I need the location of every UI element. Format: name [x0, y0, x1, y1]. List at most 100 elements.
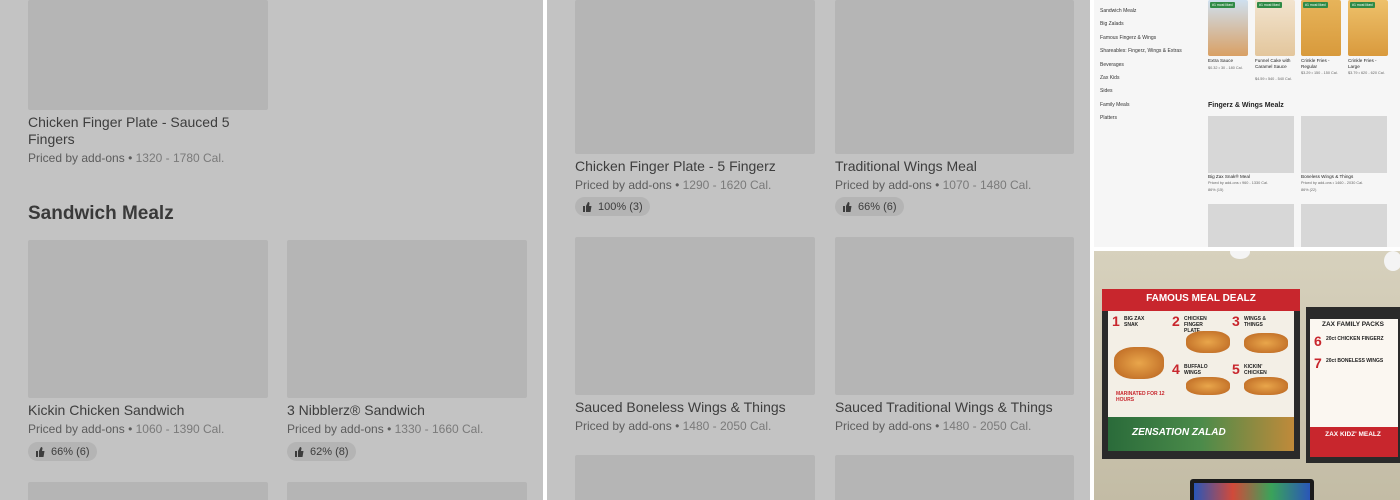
- item-meta: Priced by add-ons • 1060 - 1390 Cal.: [28, 422, 225, 436]
- board-title: FAMOUS MEAL DEALZ: [1146, 293, 1256, 304]
- item-image-placeholder[interactable]: [835, 237, 1074, 395]
- food-photo: [1114, 347, 1164, 379]
- menu-board: FAMOUS MEAL DEALZ 1 BIG ZAX SNAK 2 CHICK…: [1102, 289, 1300, 459]
- item-image-placeholder[interactable]: [28, 0, 268, 110]
- item-calories: 1480 - 2050 Cal.: [942, 419, 1032, 433]
- item-name[interactable]: 3 Nibblerz® Sandwich: [287, 402, 425, 419]
- item-name[interactable]: Crinkle Fries - Regular: [1301, 58, 1341, 69]
- item-image-placeholder[interactable]: [287, 482, 527, 500]
- item-image-placeholder[interactable]: [287, 240, 527, 398]
- item-name[interactable]: Crinkle Fries - Large: [1348, 58, 1388, 69]
- item-name[interactable]: Traditional Wings Meal: [835, 158, 977, 175]
- category-link[interactable]: Big Zalads: [1100, 21, 1124, 27]
- thumbs-up-icon: [36, 446, 45, 457]
- board-content: 6 20ct CHICKEN FINGERZ 7 20ct BONELESS W…: [1310, 319, 1398, 427]
- menu-panel-left: Chicken Finger Plate - Sauced 5 Fingers …: [0, 0, 543, 500]
- pos-monitor: [1190, 479, 1314, 500]
- rating-badge: 100% (3): [575, 197, 650, 216]
- item-meta: $4.59 • 540 - 540 Cal.: [1255, 77, 1292, 81]
- category-link[interactable]: Family Meals: [1100, 102, 1129, 108]
- item-name[interactable]: Boneless Wings & Things: [1301, 174, 1353, 180]
- item-name[interactable]: Funnel Cake with Caramel Sauce: [1255, 58, 1297, 69]
- item-image-placeholder[interactable]: [835, 0, 1074, 154]
- rating-badge: 62% (8): [287, 442, 356, 461]
- board-item-label: BUFFALO WINGS: [1184, 364, 1208, 376]
- item-image-placeholder[interactable]: [575, 237, 815, 395]
- item-name[interactable]: Kickin Chicken Sandwich: [28, 402, 184, 419]
- menu-panel-middle: Chicken Finger Plate - 5 Fingerz Priced …: [547, 0, 1090, 500]
- thumbs-up-icon: [295, 446, 304, 457]
- thumbs-up-icon: [583, 201, 592, 212]
- food-photo: [1244, 377, 1288, 395]
- most-liked-tag: #1 most liked: [1350, 2, 1375, 8]
- category-link[interactable]: Sides: [1100, 88, 1113, 94]
- board-item-label: KICKIN' CHICKEN: [1244, 364, 1267, 376]
- item-name[interactable]: Chicken Finger Plate - 5 Fingerz: [575, 158, 776, 175]
- item-meta: Priced by add-ons • 1480 - 2050 Cal.: [575, 419, 772, 433]
- category-link[interactable]: Shareables: Fingerz, Wings & Extras: [1100, 48, 1182, 54]
- menu-board-family: 6 20ct CHICKEN FINGERZ 7 20ct BONELESS W…: [1306, 307, 1400, 463]
- board-item-label: BIG ZAX SNAK: [1124, 316, 1145, 328]
- item-meta: Priced by add-ons • 1070 - 1480 Cal.: [835, 178, 1032, 192]
- item-meta: $3.79 • 620 - 620 Cal.: [1348, 71, 1385, 75]
- section-title: Fingerz & Wings Mealz: [1208, 102, 1284, 109]
- item-calories: 1070 - 1480 Cal.: [942, 178, 1032, 192]
- item-name[interactable]: Big Zax Snak® Meal: [1208, 174, 1250, 180]
- rating-value: 66% (6): [858, 200, 897, 213]
- item-name[interactable]: Sauced Traditional Wings & Things: [835, 399, 1053, 416]
- item-image-placeholder[interactable]: [575, 455, 815, 500]
- item-image-placeholder[interactable]: [1301, 116, 1387, 173]
- item-number: 6: [1314, 333, 1322, 349]
- item-image-placeholder[interactable]: [28, 482, 268, 500]
- item-image-placeholder[interactable]: [28, 240, 268, 398]
- menu-panel-mini: Sandwich Mealz Big Zalads Famous Fingerz…: [1094, 0, 1400, 247]
- item-meta: Priced by add-ons • 1320 - 1780 Cal.: [28, 151, 225, 165]
- item-calories: 1320 - 1780 Cal.: [135, 151, 225, 165]
- item-meta: $3.29 • 150 - 150 Cal.: [1301, 71, 1338, 75]
- category-link[interactable]: Famous Fingerz & Wings: [1100, 35, 1156, 41]
- food-photo: [1186, 331, 1230, 353]
- monitor-screen: [1194, 483, 1310, 500]
- item-image[interactable]: [1208, 0, 1248, 56]
- item-number: 2: [1172, 313, 1180, 329]
- rating-badge: 86% (15): [1208, 188, 1224, 192]
- menu-board-photo: FAMOUS MEAL DEALZ 1 BIG ZAX SNAK 2 CHICK…: [1094, 251, 1400, 500]
- family-title: ZAX FAMILY PACKS: [1321, 321, 1384, 328]
- item-image-placeholder[interactable]: [1301, 204, 1387, 247]
- marinated-text: MARINATED FOR 12 HOURS: [1116, 391, 1165, 403]
- item-image[interactable]: [1255, 0, 1295, 56]
- rating-value: 66% (6): [51, 445, 90, 458]
- item-name[interactable]: Chicken Finger Plate - Sauced 5 Fingers: [28, 114, 268, 148]
- item-image[interactable]: [1348, 0, 1388, 56]
- kidz-title: ZAX KIDZ' MEALZ: [1325, 431, 1381, 438]
- category-link[interactable]: Beverages: [1100, 62, 1124, 68]
- food-photo: [1186, 377, 1230, 395]
- board-item-label: 20ct BONELESS WINGS: [1326, 358, 1384, 364]
- item-image-placeholder[interactable]: [575, 0, 815, 154]
- item-number: 7: [1314, 355, 1322, 371]
- category-link[interactable]: Sandwich Mealz: [1100, 8, 1136, 14]
- item-image-placeholder[interactable]: [835, 455, 1074, 500]
- item-image[interactable]: [1301, 0, 1341, 56]
- food-photo: [1244, 333, 1288, 353]
- item-price: Priced by add-ons: [287, 422, 384, 436]
- item-image-placeholder[interactable]: [1208, 204, 1294, 247]
- item-meta: Priced by add-ons • 1480 - 2050 Cal.: [835, 419, 1032, 433]
- item-price: Priced by add-ons: [835, 419, 932, 433]
- section-title: Sandwich Mealz: [28, 203, 174, 224]
- rating-value: 100% (3): [598, 200, 643, 213]
- category-link[interactable]: Platters: [1100, 115, 1117, 121]
- zalad-title: ZENSATION ZALAD: [1132, 427, 1226, 438]
- category-link[interactable]: Zax Kids: [1100, 75, 1119, 81]
- item-price: Priced by add-ons: [28, 422, 125, 436]
- rating-badge: 86% (22): [1301, 188, 1317, 192]
- rating-badge: 66% (6): [28, 442, 97, 461]
- board-item-label: WINGS & THINGS: [1244, 316, 1266, 328]
- item-image-placeholder[interactable]: [1208, 116, 1294, 173]
- item-name[interactable]: Extra Sauce: [1208, 58, 1248, 64]
- item-name[interactable]: Sauced Boneless Wings & Things: [575, 399, 786, 416]
- item-number: 3: [1232, 313, 1240, 329]
- board-item-label: 20ct CHICKEN FINGERZ: [1326, 336, 1384, 342]
- item-meta: Priced by add-ons • 1290 - 1620 Cal.: [575, 178, 772, 192]
- thumbs-up-icon: [843, 201, 852, 212]
